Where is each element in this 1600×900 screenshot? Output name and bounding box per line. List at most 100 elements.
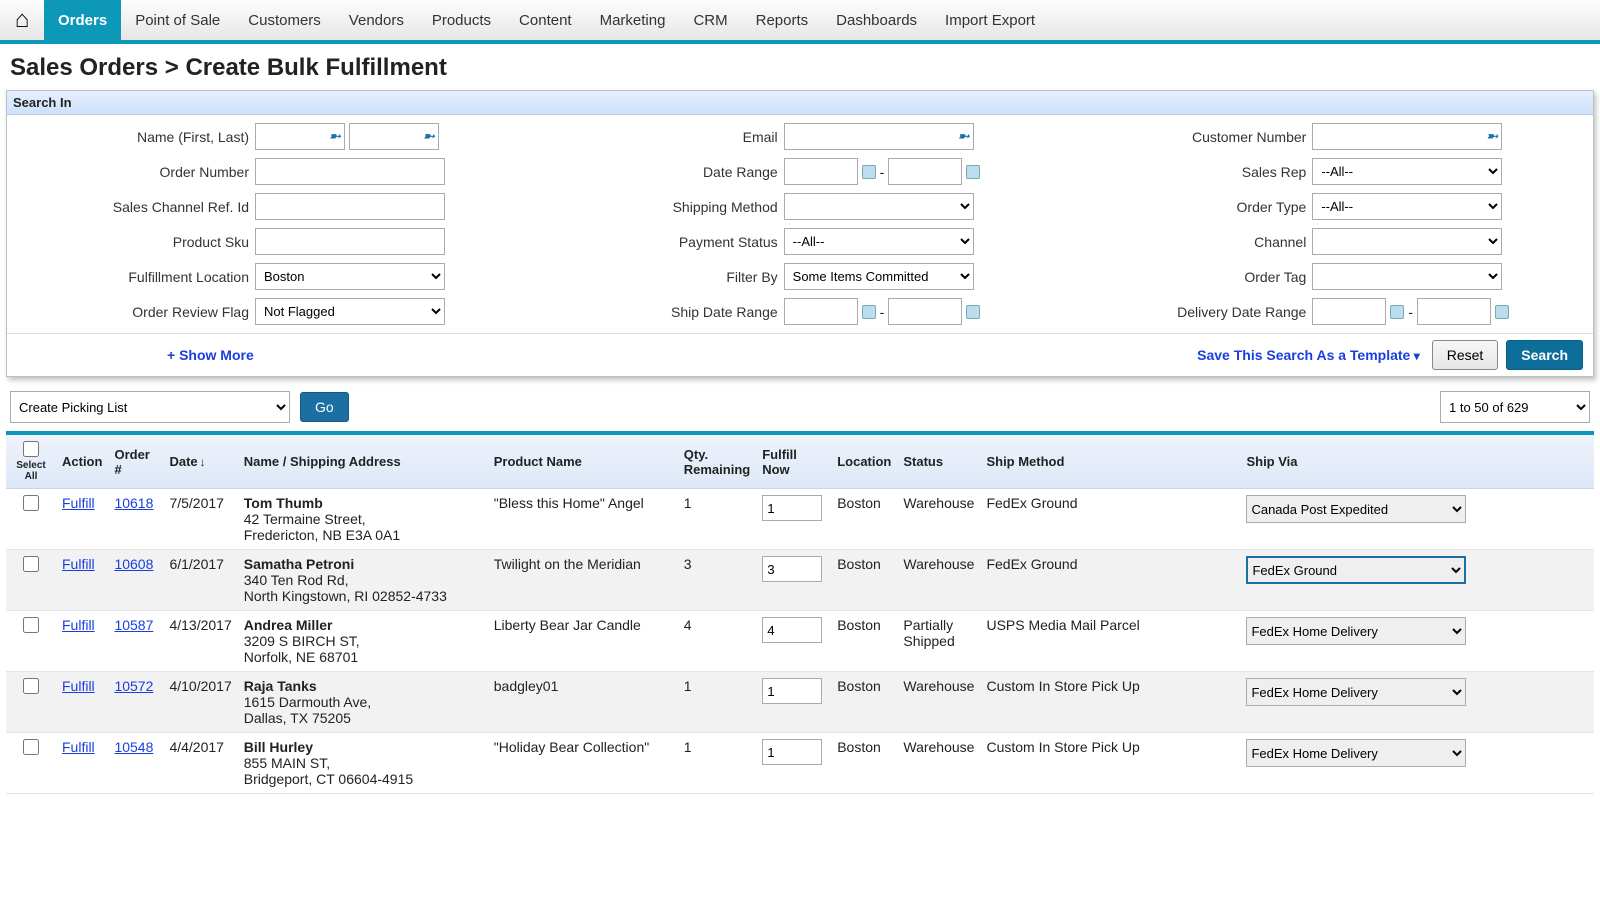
label-ship-date-range: Ship Date Range xyxy=(544,304,784,320)
row-checkbox[interactable] xyxy=(23,678,39,694)
fulfill-link[interactable]: Fulfill xyxy=(62,739,95,755)
date-range-from-input[interactable] xyxy=(784,158,858,185)
nav-tab-customers[interactable]: Customers xyxy=(234,0,335,40)
col-qty-remaining[interactable]: Qty. Remaining xyxy=(678,435,756,489)
order-tag-select[interactable] xyxy=(1312,263,1502,290)
top-nav: ⌂ Orders Point of Sale Customers Vendors… xyxy=(0,0,1600,44)
bulk-action-select[interactable]: Create Picking List xyxy=(10,391,290,423)
first-name-input[interactable] xyxy=(255,123,345,150)
nav-tab-crm[interactable]: CRM xyxy=(679,0,741,40)
cell-ship-method: Custom In Store Pick Up xyxy=(980,733,1240,794)
col-fulfill-now[interactable]: Fulfill Now xyxy=(756,435,831,489)
ship-via-select[interactable]: FedEx Home Delivery xyxy=(1246,739,1466,767)
order-number-link[interactable]: 10618 xyxy=(114,495,153,511)
nav-tab-dashboards[interactable]: Dashboards xyxy=(822,0,931,40)
row-checkbox[interactable] xyxy=(23,617,39,633)
label-fulfillment-location: Fulfillment Location xyxy=(15,269,255,285)
sales-rep-select[interactable]: --All-- xyxy=(1312,158,1502,185)
calendar-icon[interactable] xyxy=(1390,305,1404,319)
order-number-input[interactable] xyxy=(255,158,445,185)
fulfill-link[interactable]: Fulfill xyxy=(62,678,95,694)
last-name-input[interactable] xyxy=(349,123,439,150)
col-date[interactable]: Date↓ xyxy=(163,435,237,489)
fulfill-now-input[interactable] xyxy=(762,556,822,582)
fulfillment-location-select[interactable]: Boston xyxy=(255,263,445,290)
nav-tab-reports[interactable]: Reports xyxy=(742,0,823,40)
order-number-link[interactable]: 10548 xyxy=(114,739,153,755)
cell-qty-remaining: 1 xyxy=(678,672,756,733)
nav-tab-products[interactable]: Products xyxy=(418,0,505,40)
col-action[interactable]: Action xyxy=(56,435,108,489)
fulfill-now-input[interactable] xyxy=(762,617,822,643)
order-review-flag-select[interactable]: Not Flagged xyxy=(255,298,445,325)
ship-via-select[interactable]: FedEx Home Delivery xyxy=(1246,678,1466,706)
reset-button[interactable]: Reset xyxy=(1432,340,1499,370)
order-number-link[interactable]: 10572 xyxy=(114,678,153,694)
cell-location: Boston xyxy=(831,489,897,550)
ship-date-to-input[interactable] xyxy=(888,298,962,325)
calendar-icon[interactable] xyxy=(1495,305,1509,319)
row-checkbox[interactable] xyxy=(23,556,39,572)
col-product[interactable]: Product Name xyxy=(488,435,678,489)
order-number-link[interactable]: 10587 xyxy=(114,617,153,633)
nav-tab-marketing[interactable]: Marketing xyxy=(586,0,680,40)
customer-number-input[interactable] xyxy=(1312,123,1502,150)
search-button[interactable]: Search xyxy=(1506,340,1583,370)
shipping-method-select[interactable] xyxy=(784,193,974,220)
pager-select[interactable]: 1 to 50 of 629 xyxy=(1440,391,1590,423)
nav-tab-orders[interactable]: Orders xyxy=(44,0,121,40)
ship-via-select[interactable]: Canada Post Expedited xyxy=(1246,495,1466,523)
col-ship-via[interactable]: Ship Via xyxy=(1240,435,1594,489)
ship-via-select[interactable]: FedEx Home Delivery xyxy=(1246,617,1466,645)
cell-shipping-address: Raja Tanks1615 Darmouth Ave,Dallas, TX 7… xyxy=(238,672,488,733)
save-search-template-link[interactable]: Save This Search As a Template xyxy=(1197,347,1420,363)
nav-tab-import-export[interactable]: Import Export xyxy=(931,0,1049,40)
calendar-icon[interactable] xyxy=(862,305,876,319)
select-all-checkbox[interactable] xyxy=(23,441,39,457)
calendar-icon[interactable] xyxy=(966,305,980,319)
filter-by-select[interactable]: Some Items Committed xyxy=(784,263,974,290)
cell-date: 4/4/2017 xyxy=(163,733,237,794)
table-row: Fulfill 10618 7/5/2017 Tom Thumb42 Terma… xyxy=(6,489,1594,550)
date-range-to-input[interactable] xyxy=(888,158,962,185)
row-checkbox[interactable] xyxy=(23,739,39,755)
channel-select[interactable] xyxy=(1312,228,1502,255)
ship-via-select[interactable]: FedEx Ground xyxy=(1246,556,1466,584)
nav-tab-pos[interactable]: Point of Sale xyxy=(121,0,234,40)
cell-qty-remaining: 1 xyxy=(678,489,756,550)
row-checkbox[interactable] xyxy=(23,495,39,511)
col-name-addr[interactable]: Name / Shipping Address xyxy=(238,435,488,489)
label-order-review-flag: Order Review Flag xyxy=(15,304,255,320)
nav-tab-content[interactable]: Content xyxy=(505,0,586,40)
col-location[interactable]: Location xyxy=(831,435,897,489)
fulfill-now-input[interactable] xyxy=(762,739,822,765)
email-input[interactable] xyxy=(784,123,974,150)
fulfill-link[interactable]: Fulfill xyxy=(62,495,95,511)
page-title: Sales Orders > Create Bulk Fulfillment xyxy=(0,44,1600,90)
calendar-icon[interactable] xyxy=(862,165,876,179)
col-ship-method[interactable]: Ship Method xyxy=(980,435,1240,489)
show-more-link[interactable]: Show More xyxy=(167,347,254,363)
home-icon[interactable]: ⌂ xyxy=(0,0,44,40)
col-status[interactable]: Status xyxy=(897,435,980,489)
col-order-no[interactable]: Order # xyxy=(108,435,163,489)
nav-tab-vendors[interactable]: Vendors xyxy=(335,0,418,40)
delivery-date-to-input[interactable] xyxy=(1417,298,1491,325)
payment-status-select[interactable]: --All-- xyxy=(784,228,974,255)
sales-channel-ref-input[interactable] xyxy=(255,193,445,220)
fulfill-now-input[interactable] xyxy=(762,495,822,521)
order-number-link[interactable]: 10608 xyxy=(114,556,153,572)
order-type-select[interactable]: --All-- xyxy=(1312,193,1502,220)
cell-status: Partially Shipped xyxy=(897,611,980,672)
fulfill-link[interactable]: Fulfill xyxy=(62,556,95,572)
search-panel: Search In Name (First, Last) ➼ ➼ Email ➼… xyxy=(6,90,1594,377)
fulfill-link[interactable]: Fulfill xyxy=(62,617,95,633)
cell-qty-remaining: 3 xyxy=(678,550,756,611)
cell-ship-method: USPS Media Mail Parcel xyxy=(980,611,1240,672)
fulfill-now-input[interactable] xyxy=(762,678,822,704)
go-button[interactable]: Go xyxy=(300,392,349,422)
product-sku-input[interactable] xyxy=(255,228,445,255)
calendar-icon[interactable] xyxy=(966,165,980,179)
ship-date-from-input[interactable] xyxy=(784,298,858,325)
delivery-date-from-input[interactable] xyxy=(1312,298,1386,325)
